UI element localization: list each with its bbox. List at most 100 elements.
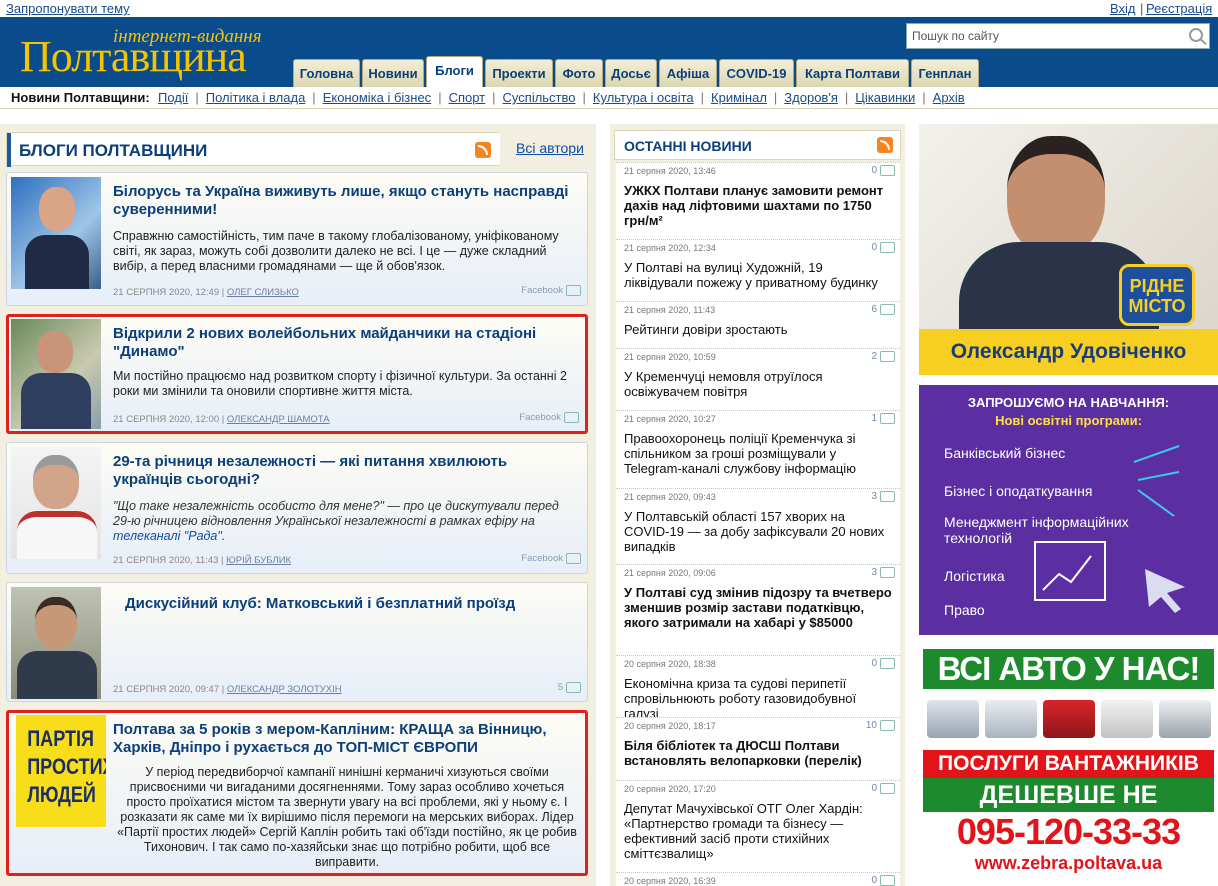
news-comment-count[interactable]: 0 xyxy=(871,658,895,669)
author-photo[interactable] xyxy=(11,447,101,559)
blog-post[interactable]: 29-та річниця незалежності — які питання… xyxy=(6,442,588,574)
subnav-item[interactable]: Архів xyxy=(933,90,965,105)
news-headline[interactable]: Правоохоронець поліції Кременчука зі спі… xyxy=(624,431,894,476)
news-headline[interactable]: У Полтаві на вулиці Художній, 19 ліквіду… xyxy=(624,260,894,290)
post-title[interactable]: Дискусійний клуб: Матковський і безплатн… xyxy=(125,595,590,613)
news-item[interactable]: 21 серпня 2020, 12:34 0 У Полтаві на вулиц… xyxy=(616,239,900,301)
news-item[interactable]: 21 серпня 2020, 09:06 3 У Полтаві суд змін… xyxy=(616,564,900,655)
search-box[interactable]: Пошук по сайту xyxy=(906,23,1210,49)
comment-icon[interactable] xyxy=(880,875,895,886)
tab-projects[interactable]: Проекти xyxy=(485,59,553,87)
share-facebook[interactable]: Facebook xyxy=(521,285,581,296)
news-headline[interactable]: Біля бібліотек та ДЮСШ Полтави встановля… xyxy=(624,738,894,768)
blog-post[interactable]: Білорусь та Україна виживуть лише, якщо … xyxy=(6,172,588,306)
news-item[interactable]: 20 серпня 2020, 17:20 0 Депутат Мачухівськ… xyxy=(616,780,900,872)
rss-icon[interactable] xyxy=(475,142,491,158)
tab-holovna[interactable]: Головна xyxy=(293,59,360,87)
comment-icon[interactable] xyxy=(880,720,895,731)
news-headline[interactable]: УЖКХ Полтави планує замовити ремонт дахі… xyxy=(624,183,894,228)
author-photo[interactable] xyxy=(11,319,101,429)
post-title[interactable]: Відкрили 2 нових волейбольних майданчики… xyxy=(113,325,578,361)
news-headline[interactable]: Рейтинги довіри зростають xyxy=(624,322,894,337)
post-author[interactable]: Олександр Золотухін xyxy=(227,684,342,695)
subnav-item[interactable]: Економіка і бізнес xyxy=(323,90,432,105)
news-item[interactable]: 21 серпня 2020, 09:43 3 У Полтавській обла… xyxy=(616,488,900,564)
news-comment-count[interactable]: 0 xyxy=(871,165,895,176)
post-author[interactable]: Олег Слизько xyxy=(227,287,299,298)
blog-post[interactable]: ПАРТІЯ ПРОСТИХ ЛЮДЕЙ Полтава за 5 років … xyxy=(6,710,588,876)
suggest-topic-link[interactable]: Запропонувати тему xyxy=(6,1,130,16)
subnav-item[interactable]: Події xyxy=(158,90,188,105)
ad-education-banner[interactable]: ЗАПРОШУЄМО НА НАВЧАННЯ: Нові освітні про… xyxy=(919,385,1218,635)
news-comment-count[interactable]: 6 xyxy=(871,304,895,315)
post-author[interactable]: Олександр Шамота xyxy=(227,414,330,425)
news-headline[interactable]: Депутат Мачухівської ОТГ Олег Хардін: «П… xyxy=(624,801,894,861)
comment-icon[interactable] xyxy=(880,242,895,253)
register-link[interactable]: Реєстрація xyxy=(1146,1,1212,16)
news-headline[interactable]: У Кременчуці немовля отруїлося освіжувач… xyxy=(624,369,894,399)
tab-dossier[interactable]: Досьє xyxy=(605,59,657,87)
comment-count[interactable]: 5 xyxy=(558,682,581,693)
ad-candidate-banner[interactable]: РІДНЕ МІСТО Олександр Удовіченко xyxy=(919,124,1218,375)
post-author[interactable]: Юрій Бублик xyxy=(226,555,291,566)
share-facebook[interactable]: Facebook xyxy=(519,412,579,423)
search-input[interactable]: Пошук по сайту xyxy=(912,29,999,43)
news-comment-count[interactable]: 0 xyxy=(871,875,895,886)
tab-afisha[interactable]: Афіша xyxy=(659,59,717,87)
news-item[interactable]: 20 серпня 2020, 18:17 10 Біля бібліотек та… xyxy=(616,717,900,780)
news-item[interactable]: 20 серпня 2020, 16:39 0 xyxy=(616,872,900,886)
news-headline[interactable]: У Полтаві суд змінив підозру та вчетверо… xyxy=(624,585,894,630)
comment-icon[interactable] xyxy=(566,553,581,564)
tab-genplan[interactable]: Генплан xyxy=(911,59,979,87)
tab-poltava-map[interactable]: Карта Полтави xyxy=(796,59,909,87)
subnav-item[interactable]: Суспільство xyxy=(503,90,576,105)
news-comment-count[interactable]: 3 xyxy=(871,491,895,502)
subnav-item[interactable]: Здоров'я xyxy=(784,90,838,105)
comment-icon[interactable] xyxy=(880,567,895,578)
comment-icon[interactable] xyxy=(880,658,895,669)
subnav-item[interactable]: Культура і освіта xyxy=(593,90,694,105)
comment-icon[interactable] xyxy=(880,783,895,794)
comment-icon[interactable] xyxy=(880,491,895,502)
tab-covid[interactable]: COVID-19 xyxy=(719,59,794,87)
comment-icon[interactable] xyxy=(880,165,895,176)
login-link[interactable]: Вхід xyxy=(1110,1,1136,16)
news-headline[interactable]: Економічна криза та судові перипетії спр… xyxy=(624,676,894,721)
channel-link[interactable]: телеканалі "Рада" xyxy=(113,529,222,543)
ad-moving-service-banner[interactable]: ВСІ АВТО У НАС! ПОСЛУГИ ВАНТАЖНИКІВ ДЕШЕ… xyxy=(919,645,1218,886)
news-comment-count[interactable]: 10 xyxy=(866,720,895,731)
subnav-item[interactable]: Спорт xyxy=(449,90,486,105)
comment-icon[interactable] xyxy=(564,412,579,423)
search-icon[interactable] xyxy=(1189,28,1203,42)
news-headline[interactable]: У Полтавській області 157 хворих на COVI… xyxy=(624,509,894,554)
news-comment-count[interactable]: 3 xyxy=(871,567,895,578)
all-authors-link[interactable]: Всі автори xyxy=(516,140,584,156)
post-title[interactable]: Білорусь та Україна виживуть лише, якщо … xyxy=(113,183,578,219)
author-photo[interactable] xyxy=(11,177,101,289)
tab-photo[interactable]: Фото xyxy=(555,59,603,87)
news-comment-count[interactable]: 0 xyxy=(871,783,895,794)
subnav-item[interactable]: Політика і влада xyxy=(206,90,306,105)
post-title[interactable]: Полтава за 5 років з мером-Капліним: КРА… xyxy=(113,721,578,757)
blog-post[interactable]: Дискусійний клуб: Матковський і безплатн… xyxy=(6,582,588,702)
party-logo[interactable]: ПАРТІЯ ПРОСТИХ ЛЮДЕЙ xyxy=(16,715,106,827)
tab-novyny[interactable]: Новини xyxy=(362,59,424,87)
news-comment-count[interactable]: 1 xyxy=(871,413,895,424)
news-item[interactable]: 21 серпня 2020, 10:59 2 У Кременчуці немов… xyxy=(616,348,900,410)
subnav-item[interactable]: Цікавинки xyxy=(855,90,915,105)
comment-icon[interactable] xyxy=(880,304,895,315)
blog-post[interactable]: Відкрили 2 нових волейбольних майданчики… xyxy=(6,314,588,434)
comment-icon[interactable] xyxy=(566,285,581,296)
subnav-item[interactable]: Кримінал xyxy=(711,90,767,105)
news-item[interactable]: 21 серпня 2020, 11:43 6 Рейтинги довіри зр… xyxy=(616,301,900,348)
news-item[interactable]: 21 серпня 2020, 10:27 1 Правоохоронець пол… xyxy=(616,410,900,488)
comment-icon[interactable] xyxy=(880,351,895,362)
share-facebook[interactable]: Facebook xyxy=(521,553,581,564)
comment-icon[interactable] xyxy=(566,682,581,693)
news-comment-count[interactable]: 2 xyxy=(871,351,895,362)
tab-blogs[interactable]: Блоги xyxy=(426,56,483,87)
site-logo[interactable]: Полтавщина xyxy=(20,35,247,79)
comment-icon[interactable] xyxy=(880,413,895,424)
author-photo[interactable] xyxy=(11,587,101,699)
news-comment-count[interactable]: 0 xyxy=(871,242,895,253)
